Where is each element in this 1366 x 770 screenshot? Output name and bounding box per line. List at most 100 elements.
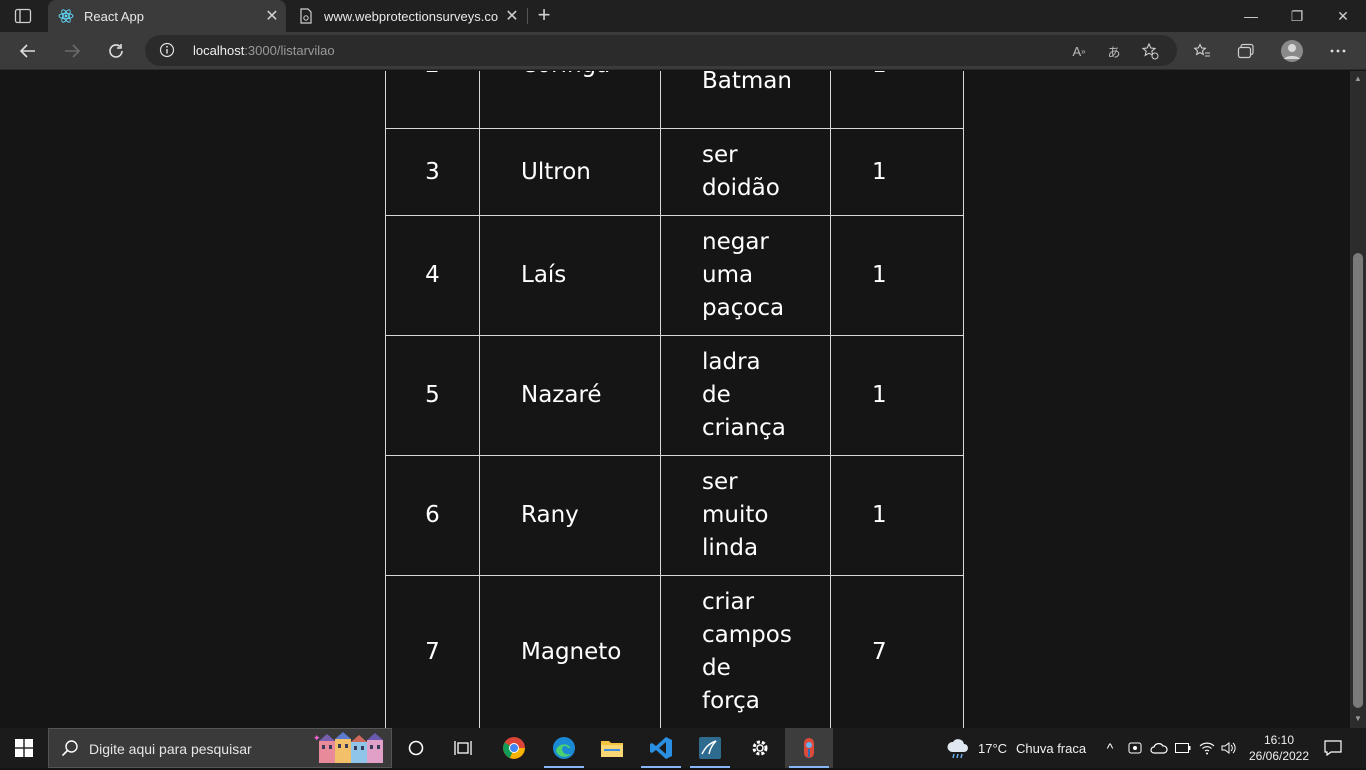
cell-power: 1 [830,455,964,576]
windows-start-icon[interactable] [0,728,48,768]
battery-icon[interactable] [1172,728,1194,768]
task-view-icon[interactable] [440,728,488,768]
cell-id: 6 [385,455,480,576]
cell-description: criar campos de força [660,575,831,728]
edge-icon[interactable] [540,728,588,768]
browser-toolbar: localhost:3000/listarvilao A» あ [0,32,1366,70]
close-tab-icon[interactable]: ✕ [258,6,286,26]
chrome-icon[interactable] [490,728,538,768]
tab-divider [527,8,528,24]
description-line: linda [702,535,759,561]
onedrive-icon[interactable] [1148,728,1170,768]
table-row: 6 Rany ser muito linda 1 [385,455,964,576]
page-scrollbar[interactable]: ▲ ▼ [1350,71,1366,728]
description-text: ser doidão [702,139,802,205]
clock-date: 26/06/2022 [1248,749,1310,763]
site-info-icon[interactable] [159,42,175,58]
description-line: ser [702,142,738,168]
table-row: 5 Nazaré ladra de criança 1 [385,335,964,456]
description-line: criar [702,589,755,615]
restore-icon[interactable]: ❐ [1274,0,1320,32]
table-row: 2Coringa irritar oBatman 1 [385,71,964,129]
wifi-icon[interactable] [1196,728,1218,768]
cell-name: Laís [479,215,661,336]
notifications-icon[interactable] [1318,728,1348,768]
cell-description: negar uma paçoca [660,215,831,336]
cell-description: irritar oBatman [660,71,831,129]
url-path: :3000/listarvilao [244,43,335,58]
weather-icon[interactable] [940,728,976,768]
cell-power: 1 [830,215,964,336]
collections-icon[interactable] [1231,36,1261,66]
cell-name: Ultron [479,128,661,216]
meet-now-icon[interactable] [1124,728,1146,768]
vscode-icon[interactable] [637,728,685,768]
description-line: força [702,688,760,714]
favorites-icon[interactable] [1187,36,1217,66]
more-menu-icon[interactable] [1323,36,1353,66]
read-aloud-icon[interactable]: A» [1070,42,1088,60]
table-row: 7 Magneto criar campos de força 7 [385,575,964,728]
close-tab-icon[interactable]: ✕ [498,6,526,26]
mysql-workbench-icon[interactable] [686,728,734,768]
scroll-thumb[interactable] [1353,253,1363,708]
cell-id: 3 [385,128,480,216]
url-host: localhost [193,43,245,58]
description-line: uma [702,262,754,288]
search-icon [61,739,79,762]
description-line: Batman [702,71,792,94]
taskbar: Digite aqui para pesquisar ✦ 17°C Chuva … [0,728,1366,768]
description-line: negar [702,229,769,255]
weather-condition[interactable]: Chuva fraca [1016,741,1086,756]
cell-power: 7 [830,575,964,728]
description-line: paçoca [702,295,785,321]
address-bar[interactable]: localhost:3000/listarvilao A» あ [145,35,1177,66]
cell-power: 1 [830,128,964,216]
close-window-icon[interactable]: ✕ [1320,0,1366,32]
villain-table: 2Coringa irritar oBatman 1 3Ultron ser doidão… [385,71,964,728]
profile-avatar[interactable] [1277,36,1307,66]
translate-icon[interactable]: あ [1105,42,1123,60]
tab-actions-icon[interactable] [14,8,32,24]
taskbar-search[interactable]: Digite aqui para pesquisar ✦ [48,728,392,768]
cortana-icon[interactable] [392,728,440,768]
forward-button[interactable] [57,36,87,66]
scroll-down-icon[interactable]: ▼ [1354,715,1362,723]
settings-gear-icon[interactable] [736,728,784,768]
tab-webprotectionsurveys[interactable]: www.webprotectionsurveys.com ✕ [288,0,526,32]
scroll-up-icon[interactable]: ▲ [1354,75,1362,83]
description-line: campos [702,622,792,648]
page-icon [298,8,314,24]
search-placeholder: Digite aqui para pesquisar [89,741,252,757]
cell-id: 4 [385,215,480,336]
description-line: doidão [702,175,780,201]
browser-profile-app-icon[interactable] [785,728,833,768]
cell-name: Magneto [479,575,661,728]
cell-power: 1 [830,71,964,129]
system-clock[interactable]: 16:10 26/06/2022 [1240,732,1318,764]
cell-power: 1 [830,335,964,456]
show-hidden-icons-chevron-icon[interactable]: ^ [1100,728,1120,768]
add-favorite-icon[interactable] [1141,42,1159,60]
clock-time: 16:10 [1263,733,1295,747]
villain-table-body: 2Coringa irritar oBatman 1 3Ultron ser doidão… [385,71,964,728]
cell-description: ser muito linda [660,455,831,576]
minimize-icon[interactable]: — [1228,0,1274,32]
weather-temperature[interactable]: 17°C [978,741,1007,756]
description-line: de [702,655,731,681]
cell-name: Coringa [479,71,661,129]
description-text: irritar oBatman [702,71,802,98]
react-icon [58,8,74,24]
tab-strip: React App ✕ www.webprotectionsurveys.com… [0,0,1366,32]
new-tab-button[interactable]: + [533,4,555,28]
refresh-button[interactable] [101,36,131,66]
page-viewport: 2Coringa irritar oBatman 1 3Ultron ser doidão… [0,71,1350,728]
tab-react-app[interactable]: React App ✕ [48,0,286,32]
volume-icon[interactable] [1218,728,1240,768]
file-explorer-icon[interactable] [588,728,636,768]
cell-description: ladra de criança [660,335,831,456]
back-button[interactable] [13,36,43,66]
cell-description: ser doidão [660,128,831,216]
description-line: criança [702,415,786,441]
table-row: 4 Laís negar uma paçoca 1 [385,215,964,336]
